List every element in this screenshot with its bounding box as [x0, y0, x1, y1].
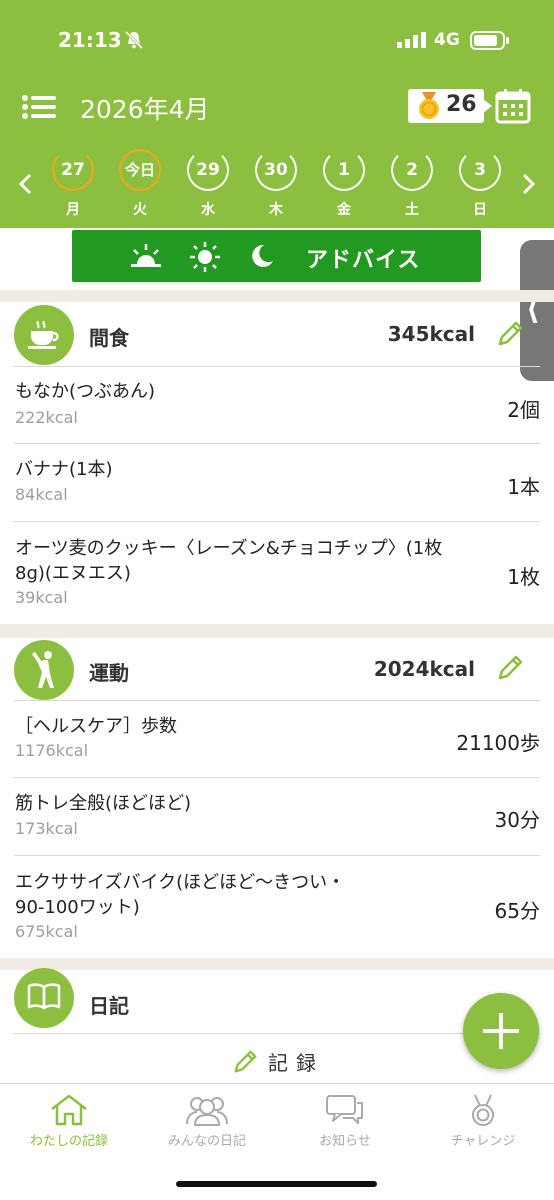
food-row[interactable]: オーツ麦のクッキー〈レーズン&チョコチップ〉(1枚 8g)(エヌエス) 39kc… — [0, 521, 554, 625]
diary-section-icon — [14, 968, 74, 1028]
item-name-line2: 90-100ワット) — [15, 897, 140, 918]
day-weekday: 木 — [269, 202, 283, 218]
item-kcal: 675kcal — [15, 922, 78, 941]
calendar-day[interactable]: 2 土 — [390, 149, 434, 219]
item-quantity: 65分 — [494, 899, 540, 923]
item-name-line1: エクササイズバイク(ほどほど〜きつい・ — [15, 872, 346, 893]
pencil-icon[interactable] — [496, 654, 524, 682]
section-divider — [0, 624, 554, 638]
book-icon — [27, 983, 61, 1010]
pencil-icon — [234, 1050, 257, 1073]
tab-label: お知らせ — [319, 1134, 371, 1149]
advice-label: アドバイス — [306, 248, 421, 273]
tab-label: チャレンジ — [450, 1134, 516, 1149]
medal-badge[interactable]: 26 — [408, 89, 492, 123]
snack-section-title: 間食 — [89, 326, 129, 350]
chat-icon — [326, 1095, 363, 1124]
item-name-line2: 8g)(エヌエス) — [15, 563, 131, 584]
exercise-section-title: 運動 — [89, 661, 129, 685]
food-row[interactable]: バナナ(1本) 84kcal 1本 — [0, 443, 554, 521]
section-divider — [0, 958, 554, 970]
item-name: ［ヘルスケア］歩数 — [15, 716, 177, 737]
calendar-day[interactable]: 3 日 — [458, 149, 502, 219]
day-weekday: 火 — [133, 202, 147, 218]
medal-icon — [472, 1094, 494, 1126]
item-name-line1: オーツ麦のクッキー〈レーズン&チョコチップ〉(1枚 — [15, 538, 443, 559]
menu-icon[interactable] — [22, 95, 56, 119]
day-number: 1 — [323, 149, 365, 191]
item-kcal: 222kcal — [15, 408, 78, 427]
day-weekday: 金 — [337, 202, 351, 218]
tab-label: わたしの記録 — [29, 1134, 108, 1149]
calendar-day[interactable]: 1 金 — [322, 149, 366, 219]
day-weekday: 土 — [405, 202, 419, 218]
tab-label: みんなの日記 — [167, 1134, 246, 1149]
item-quantity: 2個 — [507, 398, 540, 422]
snack-section-kcal: 345kcal — [387, 322, 475, 346]
cup-icon — [28, 321, 59, 349]
item-kcal: 1176kcal — [15, 741, 89, 760]
food-row[interactable]: もなか(つぶあん) 222kcal 2個 — [0, 366, 554, 444]
day-number: 3 — [459, 149, 501, 191]
app-header: 21:13 4G 2026年4月 26 27 月 今日 火 29 水 30 木 … — [0, 0, 554, 228]
day-weekday: 月 — [66, 202, 80, 218]
day-weekday: 水 — [201, 202, 215, 218]
item-quantity: 1枚 — [507, 565, 540, 589]
item-name: もなか(つぶあん) — [15, 381, 156, 402]
pencil-icon[interactable] — [496, 320, 524, 348]
day-number: 29 — [187, 149, 229, 191]
calendar-day[interactable]: 30 木 — [254, 149, 298, 219]
moon-icon — [252, 244, 273, 267]
day-number: 今日 — [119, 149, 161, 191]
snack-section-icon — [14, 305, 74, 365]
next-week-arrow[interactable] — [518, 172, 538, 196]
record-label: 記録 — [268, 1051, 324, 1075]
badge-count: 26 — [446, 92, 477, 117]
exercise-row[interactable]: エクササイズバイク(ほどほど〜きつい・ 90-100ワット) 675kcal 6… — [0, 855, 554, 959]
calendar-icon[interactable] — [495, 88, 531, 124]
add-button[interactable] — [463, 993, 539, 1069]
side-panel-handle[interactable]: ⟨ — [520, 240, 554, 381]
status-bar: 21:13 4G — [0, 28, 554, 58]
calendar-day[interactable]: 27 月 — [51, 149, 95, 219]
item-name: 筋トレ全般(ほどほど) — [15, 793, 192, 814]
item-kcal: 39kcal — [15, 588, 68, 607]
prev-week-arrow[interactable] — [16, 172, 36, 196]
diary-section-title: 日記 — [89, 994, 129, 1018]
sun-icon — [190, 242, 220, 272]
exercise-section-kcal: 2024kcal — [373, 657, 475, 681]
item-kcal: 84kcal — [15, 485, 68, 504]
day-weekday: 日 — [473, 202, 487, 218]
network-type: 4G — [434, 30, 460, 50]
home-indicator — [176, 1181, 377, 1187]
item-quantity: 30分 — [494, 808, 540, 832]
exercise-row[interactable]: 筋トレ全般(ほどほど) 173kcal 30分 — [0, 777, 554, 855]
calendar-day[interactable]: 29 水 — [186, 149, 230, 219]
day-number: 27 — [52, 149, 94, 191]
bell-muted-icon — [124, 30, 144, 50]
home-icon — [51, 1094, 87, 1126]
item-name: バナナ(1本) — [15, 459, 113, 480]
item-kcal: 173kcal — [15, 819, 78, 838]
section-divider — [0, 290, 554, 302]
medal-icon — [419, 92, 439, 119]
exercise-section-icon — [14, 640, 74, 700]
month-title[interactable]: 2026年4月 — [80, 90, 210, 126]
day-number: 2 — [391, 149, 433, 191]
people-icon — [186, 1097, 228, 1126]
battery-icon — [470, 31, 509, 50]
advice-button[interactable]: アドバイス — [72, 230, 481, 282]
calendar-day-today[interactable]: 今日 火 — [118, 149, 162, 219]
stretching-person-icon — [32, 651, 54, 688]
status-time: 21:13 — [58, 28, 122, 52]
sunrise-icon — [131, 244, 161, 267]
exercise-row[interactable]: ［ヘルスケア］歩数 1176kcal 21100歩 — [0, 700, 554, 778]
item-quantity: 21100歩 — [456, 731, 540, 755]
item-quantity: 1本 — [507, 475, 540, 499]
signal-icon — [397, 32, 426, 48]
day-number: 30 — [255, 149, 297, 191]
